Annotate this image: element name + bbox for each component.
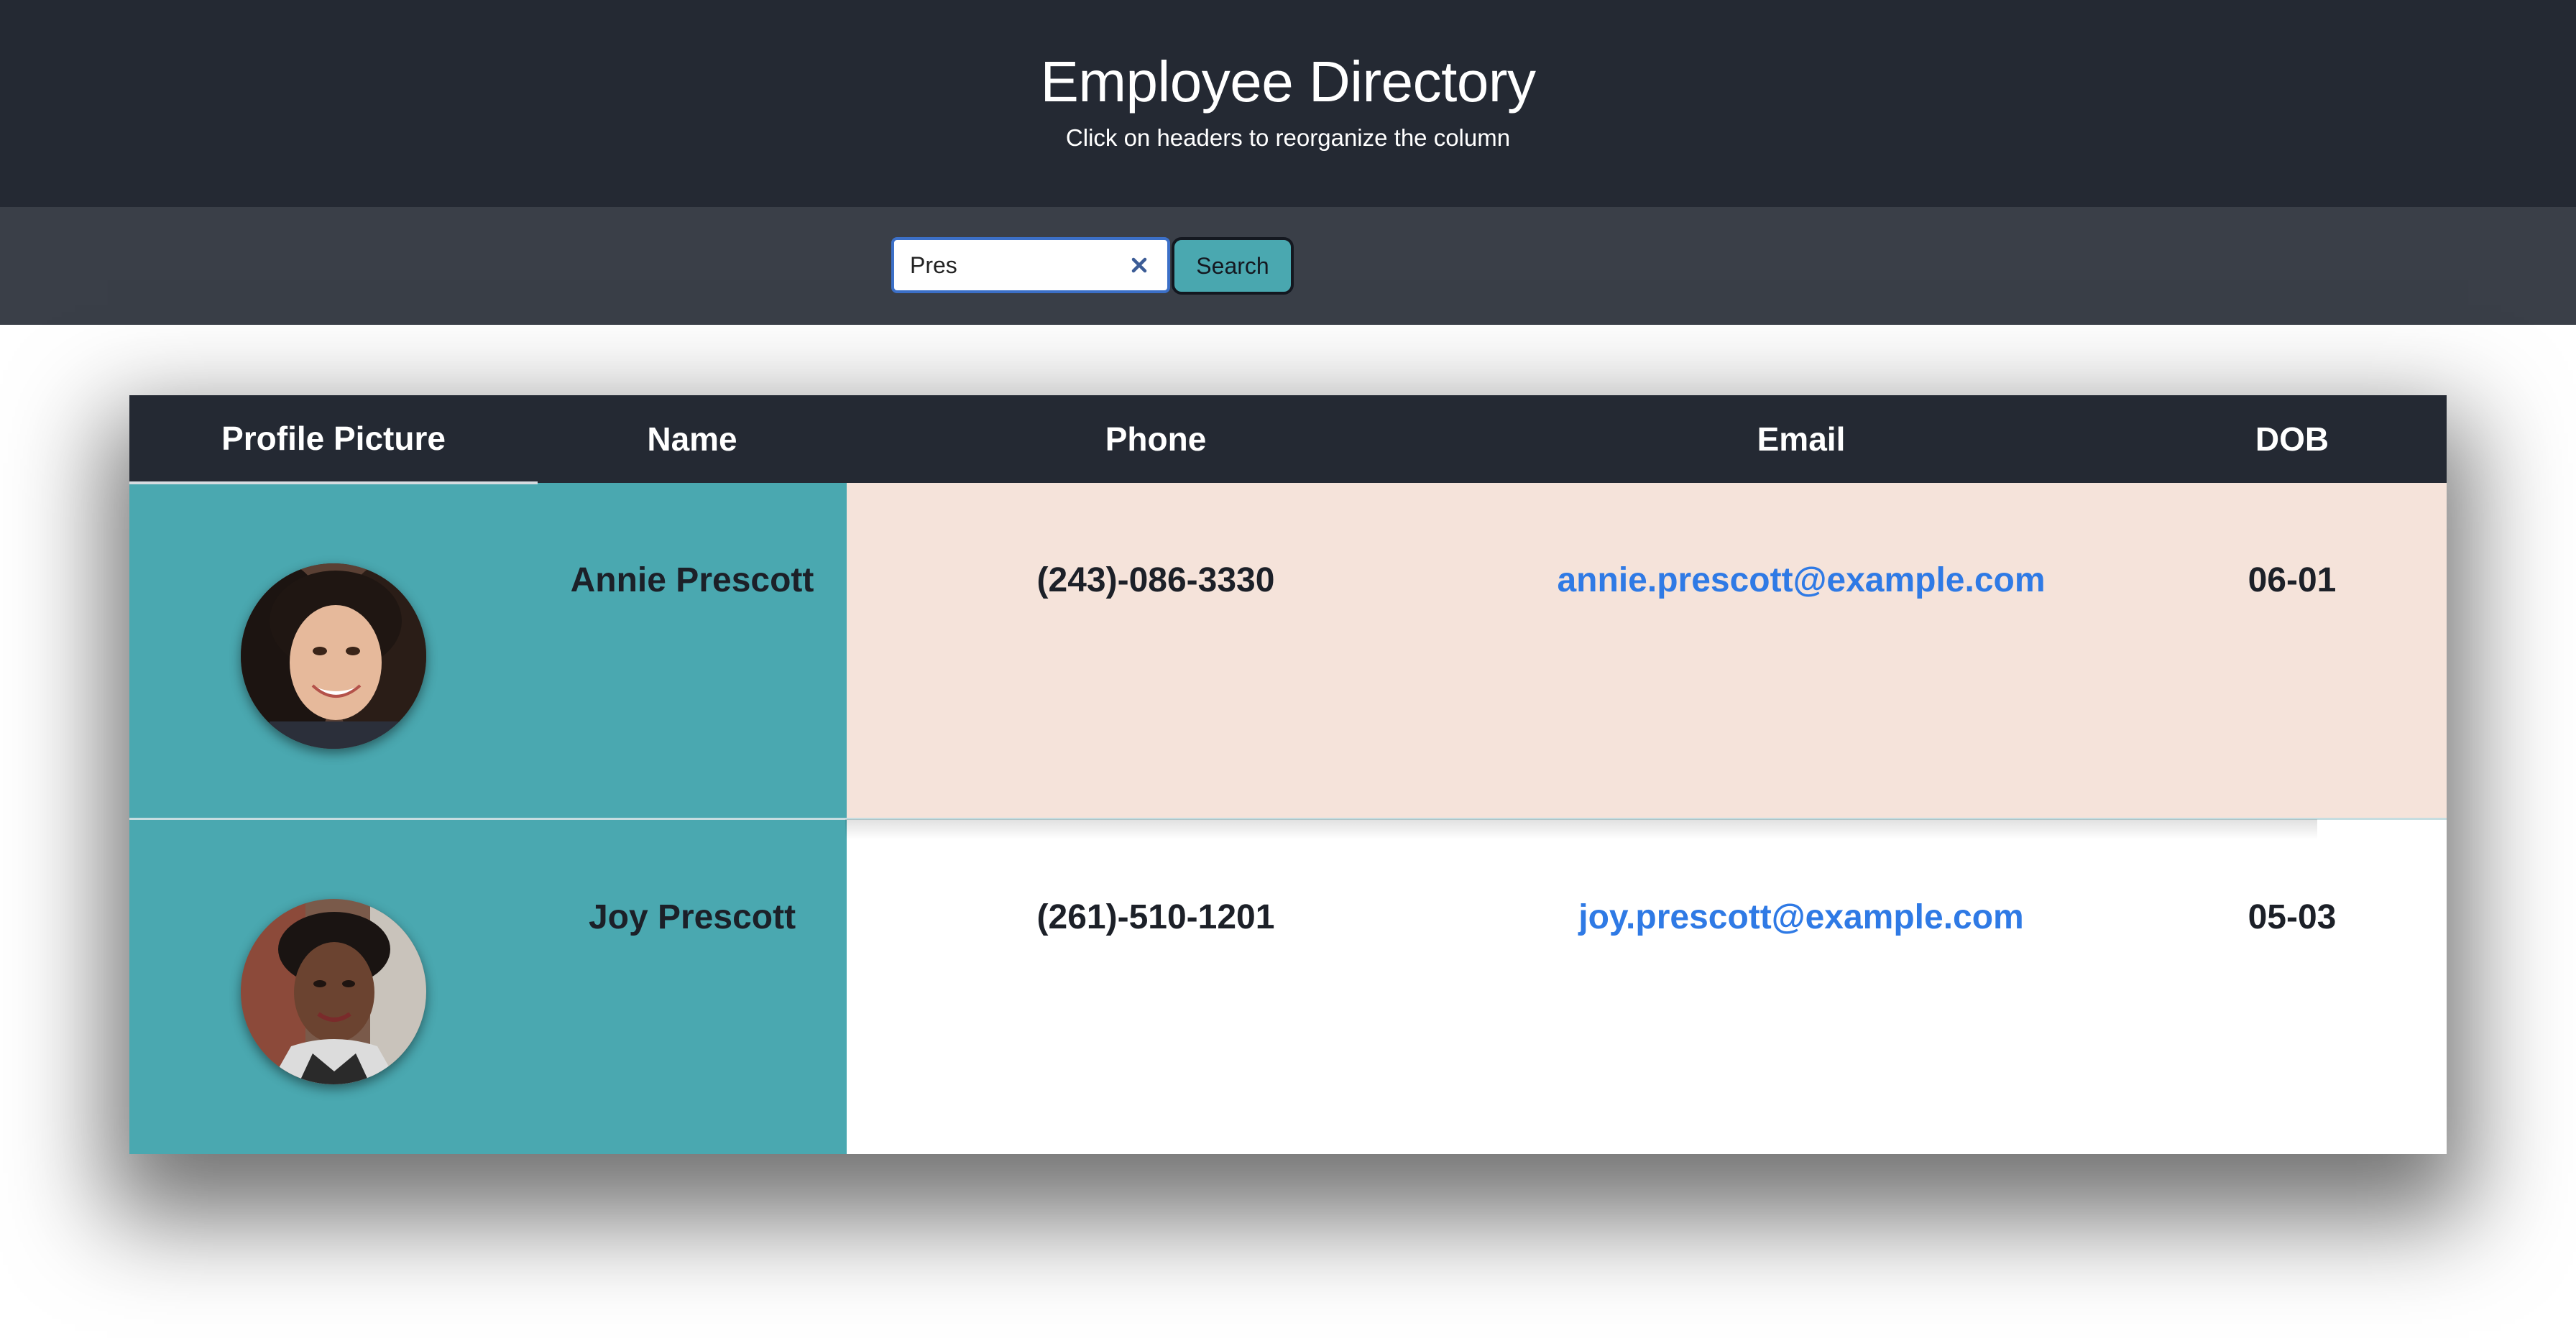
profile-picture-cell bbox=[129, 483, 538, 820]
profile-picture-cell bbox=[129, 818, 538, 1154]
column-header-phone[interactable]: Phone bbox=[847, 395, 1465, 483]
name-cell: Joy Prescott bbox=[538, 818, 847, 1154]
column-header-profile-picture[interactable]: Profile Picture bbox=[129, 395, 538, 484]
search-field bbox=[891, 237, 1170, 293]
page-title: Employee Directory bbox=[1040, 50, 1536, 114]
page-subtitle: Click on headers to reorganize the colum… bbox=[1065, 124, 1511, 151]
column-header-name[interactable]: Name bbox=[538, 395, 847, 483]
table-header-row: Profile Picture Name Phone Email DOB bbox=[129, 395, 2447, 484]
search-bar: Search bbox=[0, 207, 2576, 325]
dob-cell: 06-01 bbox=[2138, 483, 2447, 820]
search-button[interactable]: Search bbox=[1172, 237, 1294, 295]
column-header-email[interactable]: Email bbox=[1465, 395, 2138, 483]
email-link[interactable]: joy.prescott@example.com bbox=[1578, 898, 2023, 936]
email-cell: annie.prescott@example.com bbox=[1465, 483, 2138, 820]
email-link[interactable]: annie.prescott@example.com bbox=[1557, 561, 2045, 599]
page-header: Employee Directory Click on headers to r… bbox=[0, 0, 2576, 207]
table-row: Annie Prescott (243)-086-3330 annie.pres… bbox=[129, 483, 2447, 820]
avatar bbox=[241, 898, 426, 1084]
phone-cell: (261)-510-1201 bbox=[847, 818, 1465, 1154]
name-cell: Annie Prescott bbox=[538, 483, 847, 820]
dob-cell: 05-03 bbox=[2138, 818, 2447, 1154]
email-cell: joy.prescott@example.com bbox=[1465, 818, 2138, 1154]
table-row: Joy Prescott (261)-510-1201 joy.prescott… bbox=[129, 818, 2447, 1154]
close-icon[interactable] bbox=[1128, 254, 1150, 276]
employee-table: Profile Picture Name Phone Email DOB Ann… bbox=[129, 395, 2447, 1154]
avatar bbox=[241, 563, 426, 749]
column-header-dob[interactable]: DOB bbox=[2138, 395, 2447, 483]
phone-cell: (243)-086-3330 bbox=[847, 483, 1465, 820]
search-input[interactable] bbox=[910, 247, 1118, 283]
